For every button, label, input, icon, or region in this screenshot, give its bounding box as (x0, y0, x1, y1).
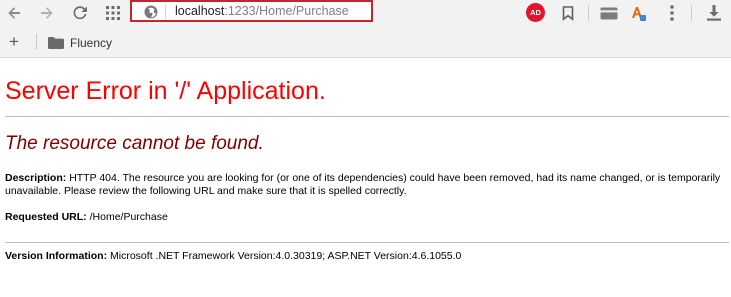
more-vertical-icon (670, 5, 674, 21)
error-description: Description: HTTP 404. The resource you … (5, 172, 727, 198)
card-extension-button[interactable] (599, 3, 619, 23)
address-bar[interactable]: localhost:1233/Home/Purchase (130, 0, 373, 22)
folder-icon (48, 37, 64, 49)
bookmark-folder-fluency[interactable]: Fluency (70, 36, 112, 50)
version-label: Version Information: (5, 250, 108, 262)
arrow-left-icon (8, 7, 20, 19)
bookmark-star-button[interactable] (558, 3, 578, 23)
requested-url-label: Requested URL: (5, 211, 87, 223)
credit-card-icon (600, 7, 618, 19)
description-label: Description: (5, 172, 67, 184)
title-divider (5, 116, 729, 117)
forward-button[interactable] (36, 2, 58, 24)
menu-button[interactable] (662, 3, 682, 23)
requested-url-value: /Home/Purchase (89, 211, 168, 223)
page-title: Server Error in '/' Application. (5, 77, 326, 105)
back-button[interactable] (3, 2, 25, 24)
adblock-label: AD (530, 8, 541, 17)
description-text: HTTP 404. The resource you are looking f… (5, 172, 721, 197)
apps-grid-icon (106, 6, 120, 20)
downloads-button[interactable] (704, 3, 724, 23)
translate-extension-button[interactable] (628, 3, 648, 23)
version-value: Microsoft .NET Framework Version:4.0.303… (110, 250, 462, 262)
download-icon (707, 5, 721, 21)
translate-icon (632, 7, 646, 21)
bookmarks-separator (36, 34, 37, 50)
toolbar-divider (691, 5, 692, 21)
reload-icon (73, 6, 87, 20)
url-host: localhost (175, 4, 225, 18)
bookmark-icon (562, 5, 574, 21)
address-separator (165, 5, 166, 19)
error-subtitle: The resource cannot be found. (5, 133, 264, 154)
url-path: :1233/Home/Purchase (224, 4, 349, 18)
browser-toolbar: localhost:1233/Home/Purchase AD (0, 0, 731, 26)
globe-icon (144, 5, 158, 19)
add-bookmark-button[interactable]: + (9, 33, 19, 50)
bookmarks-bar: + Fluency (0, 26, 731, 58)
requested-url: Requested URL: /Home/Purchase (5, 211, 168, 224)
version-divider (5, 242, 729, 243)
url-text: localhost:1233/Home/Purchase (175, 4, 349, 19)
adblock-extension-button[interactable]: AD (526, 3, 545, 22)
apps-button[interactable] (102, 2, 124, 24)
arrow-right-icon (41, 7, 53, 19)
version-information: Version Information: Microsoft .NET Fram… (5, 250, 461, 263)
toolbar-divider (588, 5, 589, 21)
reload-button[interactable] (69, 2, 91, 24)
